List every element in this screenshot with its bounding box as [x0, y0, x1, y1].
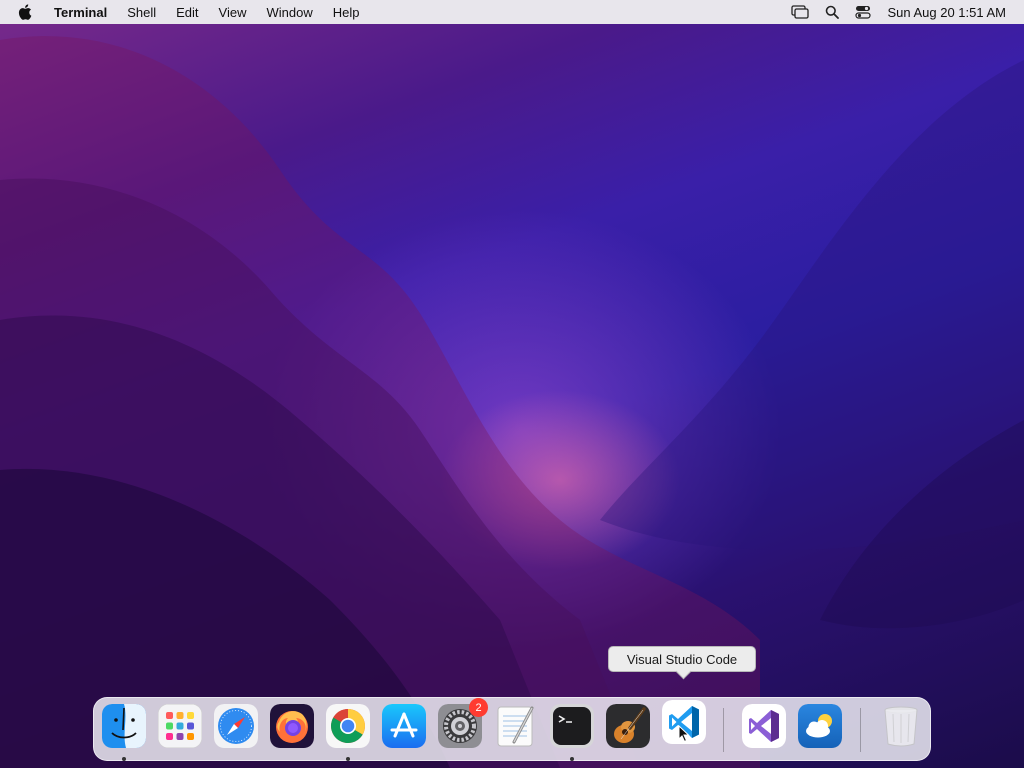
dock-divider [723, 708, 724, 752]
menu-shell[interactable]: Shell [127, 5, 156, 20]
mouse-pointer-icon [678, 724, 690, 748]
menu-bar-clock[interactable]: Sun Aug 20 1:51 AM [887, 5, 1006, 20]
garageband-icon [606, 704, 650, 748]
dock-item-finder[interactable] [102, 704, 146, 748]
control-center-icon[interactable] [855, 5, 872, 19]
trash-icon [879, 704, 923, 748]
dock-item-trash[interactable] [879, 704, 923, 748]
dock-item-textedit[interactable] [494, 704, 538, 748]
running-indicator-finder [122, 757, 126, 761]
spotlight-search-icon[interactable] [825, 5, 840, 19]
chrome-icon [326, 704, 370, 748]
weather-icon [798, 704, 842, 748]
dock-divider [860, 708, 861, 752]
dock-item-visual-studio[interactable] [742, 704, 786, 748]
terminal-icon [550, 704, 594, 748]
dock: 2 [93, 697, 931, 761]
menu-edit[interactable]: Edit [176, 5, 198, 20]
dock-item-launchpad[interactable] [158, 704, 202, 748]
safari-icon [214, 704, 258, 748]
running-indicator-chrome [346, 757, 350, 761]
menu-app-name[interactable]: Terminal [54, 5, 107, 20]
dock-item-app-store[interactable] [382, 704, 426, 748]
screen-mirroring-icon[interactable] [791, 5, 810, 19]
firefox-icon [270, 704, 314, 748]
launchpad-icon [158, 704, 202, 748]
dock-item-safari[interactable] [214, 704, 258, 748]
notification-badge: 2 [469, 698, 488, 717]
dock-tooltip: Visual Studio Code [608, 646, 756, 672]
app-store-icon [382, 704, 426, 748]
dock-item-system-settings[interactable]: 2 [438, 698, 488, 748]
dock-item-terminal[interactable] [550, 704, 594, 748]
apple-logo-icon[interactable] [18, 4, 36, 20]
menu-help[interactable]: Help [333, 5, 360, 20]
desktop-wallpaper [0, 0, 1024, 768]
visual-studio-icon [742, 704, 786, 748]
menu-view[interactable]: View [219, 5, 247, 20]
textedit-icon [494, 704, 538, 748]
dock-item-weather[interactable] [798, 704, 842, 748]
finder-icon [102, 704, 146, 748]
dock-item-chrome[interactable] [326, 704, 370, 748]
dock-item-firefox[interactable] [270, 704, 314, 748]
running-indicator-terminal [570, 757, 574, 761]
menu-bar: Terminal Shell Edit View Window Help Sun… [0, 0, 1024, 24]
dock-item-garageband[interactable] [606, 704, 650, 748]
menu-window[interactable]: Window [267, 5, 313, 20]
